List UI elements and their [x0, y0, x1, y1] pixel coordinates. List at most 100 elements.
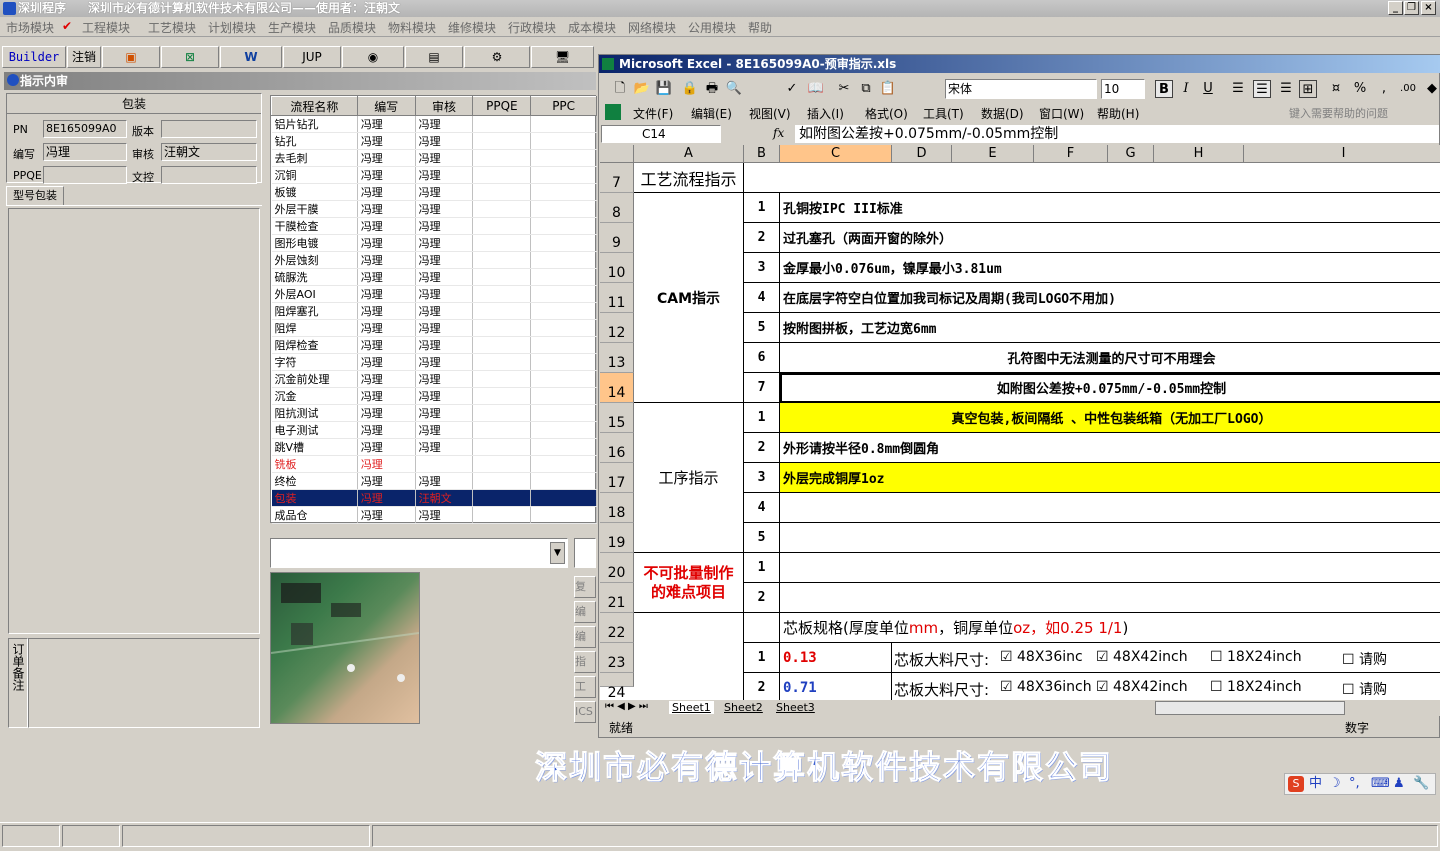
row-header[interactable]: 14	[600, 373, 634, 403]
table-cell[interactable]	[472, 285, 532, 303]
table-cell[interactable]: 冯理	[357, 506, 416, 524]
ppqe-field[interactable]	[43, 166, 127, 184]
table-row[interactable]: 包装 冯理 汪朝文	[271, 489, 597, 507]
table-cell[interactable]	[530, 387, 597, 405]
table-cell[interactable]: 外层AOI	[271, 285, 358, 303]
row-header[interactable]: 7	[600, 163, 634, 193]
writer-field[interactable]: 冯理	[43, 143, 127, 161]
table-cell[interactable]: 冯理	[357, 166, 416, 184]
table-cell[interactable]	[530, 285, 597, 303]
side-button[interactable]: ICS	[574, 701, 596, 723]
cam-instruction[interactable]: 孔铜按IPC III标准	[780, 193, 1440, 223]
cam-instruction[interactable]: 按附图拼板，工艺边宽6mm	[780, 313, 1440, 343]
table-cell[interactable]	[472, 319, 532, 337]
table-cell[interactable]: 冯理	[357, 268, 416, 286]
side-button[interactable]: 复制	[574, 576, 596, 598]
size-checkbox[interactable]: ☑ 48X36inch	[1000, 679, 1092, 695]
table-cell[interactable]: 冯理	[357, 370, 416, 388]
core-thickness[interactable]: 0.13	[780, 643, 892, 673]
table-cell[interactable]: 冯理	[357, 200, 416, 218]
table-cell[interactable]	[530, 234, 597, 252]
table-cell[interactable]: 冯理	[357, 472, 416, 490]
table-row[interactable]: 终检 冯理 冯理	[271, 472, 597, 490]
eye-icon[interactable]: ◉	[342, 46, 404, 68]
column-header[interactable]: C	[780, 145, 892, 163]
logout-button[interactable]: 注销	[67, 46, 101, 68]
xl-menu-data[interactable]: 数据(D)	[981, 105, 1024, 122]
table-cell[interactable]: 冯理	[415, 387, 474, 405]
menu-admin[interactable]: 行政模块	[508, 19, 556, 36]
proc-instruction[interactable]	[780, 523, 1440, 553]
table-cell[interactable]	[472, 506, 532, 524]
horizontal-scrollbar[interactable]	[1155, 701, 1345, 715]
table-cell[interactable]: 冯理	[357, 149, 416, 167]
table-cell[interactable]	[530, 370, 597, 388]
table-cell[interactable]	[530, 132, 597, 150]
table-cell[interactable]	[530, 455, 597, 473]
table-cell[interactable]: 冯理	[415, 251, 474, 269]
cam-instruction[interactable]: 如附图公差按+0.075mm/-0.05mm控制	[780, 373, 1440, 403]
table-cell[interactable]: 冯理	[415, 200, 474, 218]
row-header[interactable]: 24	[600, 673, 634, 701]
column-header[interactable]: H	[1154, 145, 1244, 163]
close-icon[interactable]: ×	[1421, 1, 1436, 15]
table-cell[interactable]: 字符	[271, 353, 358, 371]
keyboard-icon[interactable]: ⌨	[1371, 774, 1390, 794]
size-checkbox[interactable]: ☑ 48X42inch	[1096, 679, 1188, 695]
menu-production[interactable]: 生产模块	[268, 19, 316, 36]
table-row[interactable]: 钻孔 冯理 冯理	[271, 132, 597, 150]
table-cell[interactable]	[530, 268, 597, 286]
merge-icon[interactable]: ⊞	[1299, 80, 1317, 98]
table-cell[interactable]: 干膜检查	[271, 217, 358, 235]
xl-menu-window[interactable]: 窗口(W)	[1039, 105, 1084, 122]
table-cell[interactable]: 冯理	[415, 285, 474, 303]
table-cell[interactable]	[472, 472, 532, 490]
table-cell[interactable]: 冯理	[357, 285, 416, 303]
size-checkbox[interactable]: ☑ 48X36inc	[1000, 649, 1083, 665]
table-row[interactable]: 去毛刺 冯理 冯理	[271, 149, 597, 167]
xl-menu-insert[interactable]: 插入(I)	[807, 105, 844, 122]
size-checkbox[interactable]: ☑ 48X42inch	[1096, 649, 1188, 665]
tools-icon[interactable]: ⚙	[464, 46, 530, 68]
item-number[interactable]: 1	[744, 193, 780, 223]
difficulty-item[interactable]	[780, 583, 1440, 613]
cam-instruction[interactable]: 过孔塞孔（两面开窗的除外）	[780, 223, 1440, 253]
core-size-row[interactable]: 芯板大料尺寸: ☑ 48X36inch ☑ 48X42inch ☐ 18X24inch…	[892, 673, 1440, 701]
menu-market[interactable]: 市场模块	[6, 19, 54, 36]
table-cell[interactable]: 终检	[271, 472, 358, 490]
table-cell[interactable]	[472, 302, 532, 320]
column-header[interactable]: F	[1034, 145, 1108, 163]
small-field[interactable]	[574, 538, 596, 568]
row-header[interactable]: 11	[600, 283, 634, 313]
table-cell[interactable]: 包装	[271, 489, 358, 507]
reviewer-field[interactable]: 汪朝文	[161, 143, 257, 161]
table-cell[interactable]: 冯理	[357, 302, 416, 320]
menu-engineering[interactable]: 工程模块	[82, 19, 130, 36]
side-button[interactable]: 工具	[574, 676, 596, 698]
print-icon[interactable]: 🖶	[703, 80, 721, 98]
table-row[interactable]: 成品仓 冯理 冯理	[271, 506, 597, 524]
table-row[interactable]: 字符 冯理 冯理	[271, 353, 597, 371]
table-cell[interactable]	[530, 353, 597, 371]
col-reviewer[interactable]: 审核	[414, 96, 474, 116]
size-checkbox[interactable]: ☐ 请购	[1342, 679, 1387, 699]
table-cell[interactable]: 外层干膜	[271, 200, 358, 218]
tab-model-package[interactable]: 型号包装	[6, 186, 64, 206]
pn-field[interactable]: 8E165099A0	[43, 120, 127, 138]
item-number[interactable]: 4	[744, 283, 780, 313]
row-header[interactable]: 21	[600, 583, 634, 613]
excel-icon[interactable]: ⊠	[161, 46, 219, 68]
table-cell[interactable]	[530, 319, 597, 337]
table-cell[interactable]: 冯理	[415, 115, 474, 133]
help-search-box[interactable]: 键入需要帮助的问题	[1289, 105, 1388, 121]
spell-icon[interactable]: ✓	[783, 80, 801, 98]
table-cell[interactable]: 冯理	[357, 251, 416, 269]
align-right-icon[interactable]: ☰	[1277, 80, 1295, 98]
ime-lang[interactable]: 中	[1309, 774, 1322, 794]
table-cell[interactable]	[530, 404, 597, 422]
checkbox-icon[interactable]: ☐	[1210, 679, 1227, 695]
menu-plan[interactable]: 计划模块	[208, 19, 256, 36]
align-center-icon[interactable]: ☰	[1253, 80, 1271, 98]
word-icon[interactable]: W	[220, 46, 282, 68]
table-cell[interactable]: 去毛刺	[271, 149, 358, 167]
